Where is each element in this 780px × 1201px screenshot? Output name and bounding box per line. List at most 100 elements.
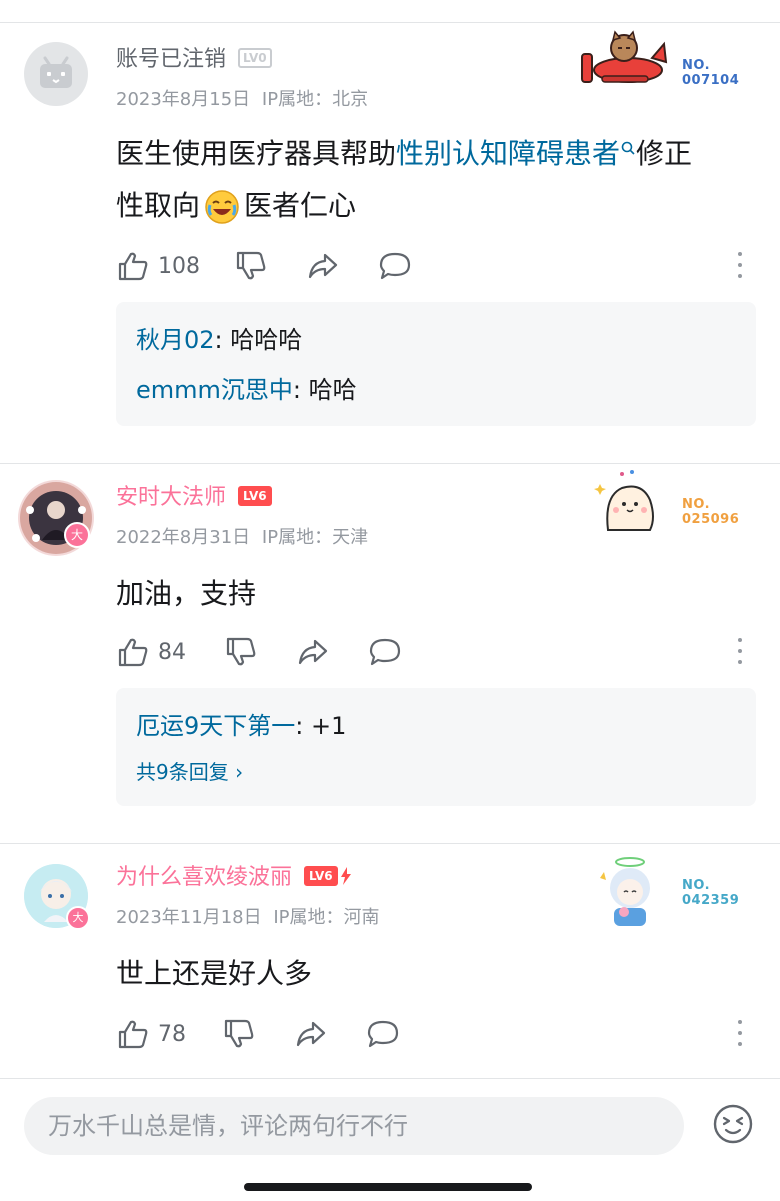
badge-no-label: NO.	[682, 878, 711, 893]
comment-divider	[0, 843, 780, 844]
username-text[interactable]: 账号已注销	[116, 47, 226, 72]
ip-location: IP属地：河南	[273, 907, 380, 928]
like-button[interactable]: 108	[116, 246, 200, 286]
search-keyword-link[interactable]: 性别认知障碍患者	[396, 137, 620, 170]
comment-text: 医生使用医疗器具帮助性别认知障碍患者 修正性取向 医者仁心	[116, 128, 746, 232]
share-button[interactable]	[296, 632, 330, 672]
comment-meta: 2023年11月18日 IP属地：河南	[116, 906, 380, 930]
dislike-icon	[236, 251, 266, 280]
reply-icon	[369, 638, 401, 666]
reply-item[interactable]: emmm沉思中: 哈哈	[136, 374, 357, 406]
reply-author[interactable]: emmm沉思中	[136, 376, 293, 404]
avatar[interactable]	[24, 42, 88, 106]
lightning-icon	[340, 867, 351, 885]
reply-author[interactable]: 厄运9天下第一	[136, 712, 295, 740]
comment-actions: 84	[116, 632, 756, 672]
username[interactable]: 为什么喜欢绫波丽 LV6	[116, 864, 352, 892]
top-divider	[0, 22, 780, 23]
comment-input-bar: 万水千山总是情，评论两句行不行	[0, 1078, 780, 1201]
level-badge: LV0	[238, 48, 272, 68]
vip-badge-text: 大	[70, 528, 83, 542]
comment-meta: 2022年8月31日 IP属地：天津	[116, 526, 368, 550]
fan-badge[interactable]	[592, 466, 662, 536]
like-icon	[118, 1020, 148, 1049]
like-button[interactable]: 84	[116, 632, 186, 672]
username-text[interactable]: 为什么喜欢绫波丽	[116, 865, 292, 890]
badge-no-label: NO.	[682, 58, 711, 73]
share-icon	[298, 639, 328, 665]
text-part: 修正	[636, 137, 693, 170]
ip-location: IP属地：天津	[261, 527, 369, 548]
like-button[interactable]: 78	[116, 1014, 186, 1054]
dislike-icon	[224, 1019, 254, 1048]
reply-item[interactable]: 厄运9天下第一: +1	[136, 710, 346, 742]
dislike-button[interactable]	[234, 246, 268, 286]
ip-location: IP属地：北京	[261, 89, 369, 110]
vip-badge-text: 大	[72, 911, 84, 924]
reply-preview[interactable]: 厄运9天下第一: +1 共9条回复 ›	[116, 688, 756, 806]
share-icon	[296, 1021, 326, 1047]
username[interactable]: 账号已注销 LV0	[116, 46, 272, 74]
reply-button[interactable]	[368, 632, 402, 672]
like-count: 78	[158, 1021, 186, 1047]
text-part: 医生使用医疗器具帮助	[116, 137, 397, 170]
username[interactable]: 安时大法师 LV6	[116, 484, 272, 512]
comment-actions: 108	[116, 246, 756, 286]
like-icon	[118, 638, 148, 667]
share-button[interactable]	[294, 1014, 328, 1054]
fan-badge-number: NO. 042359	[682, 878, 739, 908]
comment-divider	[0, 463, 780, 464]
reply-item[interactable]: 秋月02: 哈哈哈	[136, 324, 302, 356]
dislike-button[interactable]	[222, 1014, 256, 1054]
badge-no-label: NO.	[682, 497, 711, 512]
reply-icon	[367, 1020, 399, 1048]
reply-preview[interactable]: 秋月02: 哈哈哈 emmm沉思中: 哈哈	[116, 302, 756, 426]
like-count: 84	[158, 639, 186, 665]
text-part: 医者仁心	[244, 189, 357, 222]
anime-girl-icon	[600, 857, 650, 926]
home-indicator[interactable]	[244, 1183, 532, 1191]
share-button[interactable]	[306, 246, 340, 286]
badge-no-value: 007104	[682, 73, 740, 88]
dislike-button[interactable]	[224, 632, 258, 672]
comment-text: 世上还是好人多	[116, 957, 313, 990]
vip-badge: 大	[64, 522, 90, 548]
fan-badge[interactable]	[578, 28, 668, 94]
fan-badge-number: NO. 007104	[682, 58, 739, 88]
reply-button[interactable]	[366, 1014, 400, 1054]
badge-no-value: 042359	[682, 893, 740, 908]
more-icon[interactable]	[738, 636, 742, 666]
comment-input-placeholder: 万水千山总是情，评论两句行不行	[48, 1112, 408, 1140]
more-icon[interactable]	[738, 250, 742, 280]
level-badge: LV6	[238, 486, 272, 506]
reply-separator: :	[295, 712, 311, 740]
comment-date: 2022年8月31日	[116, 527, 251, 548]
reply-separator: :	[214, 326, 231, 354]
reply-separator: :	[292, 376, 309, 404]
reply-icon	[379, 252, 411, 280]
comment-input[interactable]: 万水千山总是情，评论两句行不行	[24, 1097, 684, 1155]
like-count: 108	[158, 253, 200, 279]
badge-no-value: 025096	[682, 512, 740, 527]
vip-badge: 大	[66, 906, 90, 930]
dislike-icon	[226, 637, 256, 666]
comment-actions: 78	[116, 1014, 756, 1054]
laughing-emoji-icon	[205, 190, 239, 224]
airplane-cat-icon	[581, 30, 668, 83]
like-icon	[118, 252, 148, 281]
fan-badge[interactable]	[594, 852, 666, 932]
view-all-replies-link[interactable]: 共9条回复 ›	[136, 758, 243, 786]
fan-badge-number: NO. 025096	[682, 497, 739, 527]
level-badge: LV6	[304, 866, 338, 886]
reply-author[interactable]: 秋月02	[136, 326, 215, 354]
emoji-icon[interactable]	[712, 1103, 754, 1145]
comment-text: 加油，支持	[116, 577, 257, 610]
search-icon[interactable]	[620, 140, 636, 156]
comment-date: 2023年8月15日	[116, 89, 251, 110]
username-text[interactable]: 安时大法师	[116, 485, 226, 510]
more-icon[interactable]	[738, 1018, 742, 1048]
reply-button[interactable]	[378, 246, 412, 286]
reply-text: 哈哈哈	[230, 326, 303, 354]
text-part: 性取向	[116, 189, 201, 222]
reply-text: +1	[311, 712, 347, 740]
